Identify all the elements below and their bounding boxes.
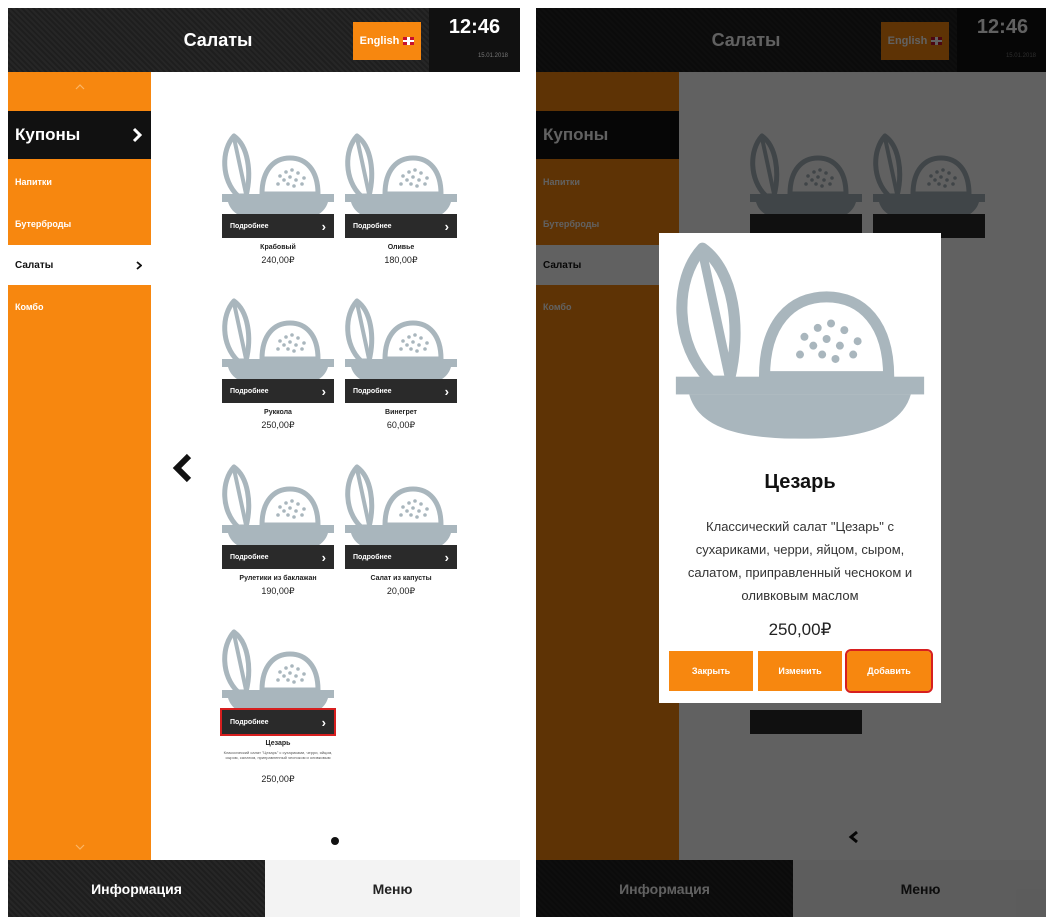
no-image-placeholder-icon <box>218 463 338 553</box>
chevron-down-icon[interactable] <box>8 832 151 862</box>
kiosk-screen-product-modal: Салаты English 12:46 15.01.2018 Купоны Н… <box>536 8 1046 917</box>
add-to-order-button[interactable]: Добавить <box>845 649 933 693</box>
clock-time: 12:46 <box>448 16 501 38</box>
product-card: Подробнее › Рулетики из баклажан 190,00₽ <box>218 463 338 603</box>
sidebar-item-label: Бутерброды <box>15 219 72 229</box>
product-card: Подробнее › Крабовый 240,00₽ <box>218 132 338 272</box>
clock-date: 15.01.2018 <box>477 53 508 59</box>
chevron-right-icon: › <box>444 549 449 565</box>
details-button[interactable]: Подробнее › <box>345 545 457 569</box>
product-name: Руккола <box>264 409 292 416</box>
details-button-label: Подробнее <box>230 553 269 561</box>
product-price: 60,00₽ <box>386 420 416 430</box>
no-image-placeholder-icon <box>218 297 338 387</box>
sidebar-item-sandwiches[interactable]: Бутерброды <box>8 205 151 243</box>
modal-product-description: Классический салат "Цезарь" с сухариками… <box>687 519 913 603</box>
product-details-modal: Цезарь Классический салат "Цезарь" с сух… <box>659 233 941 703</box>
chevron-right-icon: › <box>444 218 449 234</box>
page-indicator-dot <box>331 837 339 845</box>
chevron-right-icon: › <box>321 383 326 399</box>
tab-info[interactable]: Информация <box>8 860 265 917</box>
details-button[interactable]: Подробнее › <box>222 379 334 403</box>
product-name: Крабовый <box>260 244 296 251</box>
modal-product-title: Цезарь <box>764 471 836 493</box>
category-sidebar: Купоны Напитки Бутерброды Салаты Комбо <box>8 72 151 860</box>
no-image-placeholder-icon <box>341 132 461 222</box>
sidebar-item-drinks[interactable]: Напитки <box>8 163 151 201</box>
language-label: English <box>359 35 400 47</box>
prev-page-arrow-icon[interactable] <box>171 448 193 488</box>
uk-flag-icon <box>403 37 415 45</box>
sidebar-item-label: Комбо <box>15 302 44 312</box>
product-name: Оливье <box>387 244 415 251</box>
product-price: 180,00₽ <box>384 255 418 265</box>
no-image-placeholder-icon <box>341 463 461 553</box>
details-button-label: Подробнее <box>353 553 392 561</box>
product-price: 240,00₽ <box>261 255 295 265</box>
product-price: 250,00₽ <box>261 774 295 784</box>
sidebar-item-combo[interactable]: Комбо <box>8 292 151 322</box>
product-card: Подробнее › Салат из капусты 20,00₽ <box>341 463 461 603</box>
no-image-placeholder-icon <box>218 628 338 718</box>
product-card: Подробнее › Руккола 250,00₽ <box>218 297 338 437</box>
clock: 12:46 15.01.2018 <box>429 8 520 72</box>
product-card: Подробнее › Цезарь Классический салат "Це… <box>218 628 338 798</box>
details-button-label: Подробнее <box>230 222 269 230</box>
product-name: Цезарь <box>265 740 291 747</box>
details-button[interactable]: Подробнее › <box>222 545 334 569</box>
sidebar-item-coupons[interactable]: Купоны <box>8 111 151 159</box>
chevron-right-icon: › <box>321 218 326 234</box>
header-bar: Салаты English 12:46 15.01.2018 <box>8 8 520 72</box>
chevron-right-icon <box>132 127 142 143</box>
chevron-right-icon <box>136 260 142 270</box>
chevron-up-icon[interactable] <box>8 72 151 102</box>
no-image-placeholder-icon <box>667 239 933 439</box>
chevron-right-icon: › <box>321 714 326 730</box>
edit-button[interactable]: Изменить <box>758 651 842 691</box>
no-image-placeholder-icon <box>341 297 461 387</box>
details-button-label: Подробнее <box>230 718 269 726</box>
product-name: Салат из капусты <box>370 575 432 582</box>
details-button[interactable]: Подробнее › <box>345 379 457 403</box>
no-image-placeholder-icon <box>218 132 338 222</box>
modal-product-price: 250,00₽ <box>768 620 832 639</box>
details-button[interactable]: Подробнее › <box>222 214 334 238</box>
sidebar-item-label: Купоны <box>15 125 81 144</box>
details-button-label: Подробнее <box>230 387 269 395</box>
product-name: Рулетики из баклажан <box>239 575 317 582</box>
chevron-right-icon: › <box>321 549 326 565</box>
product-card: Подробнее › Винегрет 60,00₽ <box>341 297 461 437</box>
sidebar-item-label: Напитки <box>15 177 52 187</box>
product-name: Винегрет <box>385 409 417 416</box>
kiosk-screen-menu: Салаты English 12:46 15.01.2018 Купоны Н… <box>8 8 520 917</box>
product-price: 20,00₽ <box>386 586 416 596</box>
details-button[interactable]: Подробнее › <box>220 708 336 736</box>
details-button-label: Подробнее <box>353 222 392 230</box>
language-button[interactable]: English <box>353 22 421 60</box>
details-button[interactable]: Подробнее › <box>345 214 457 238</box>
product-card: Подробнее › Оливье 180,00₽ <box>341 132 461 272</box>
chevron-right-icon: › <box>444 383 449 399</box>
product-price: 190,00₽ <box>261 586 295 596</box>
sidebar-item-label: Салаты <box>15 259 54 271</box>
product-description: Классический салат "Цезарь" с сухариками… <box>223 750 333 760</box>
details-button-label: Подробнее <box>353 387 392 395</box>
product-price: 250,00₽ <box>261 420 295 430</box>
sidebar-item-salads[interactable]: Салаты <box>8 245 151 285</box>
close-button[interactable]: Закрыть <box>669 651 753 691</box>
tab-menu[interactable]: Меню <box>265 860 520 917</box>
